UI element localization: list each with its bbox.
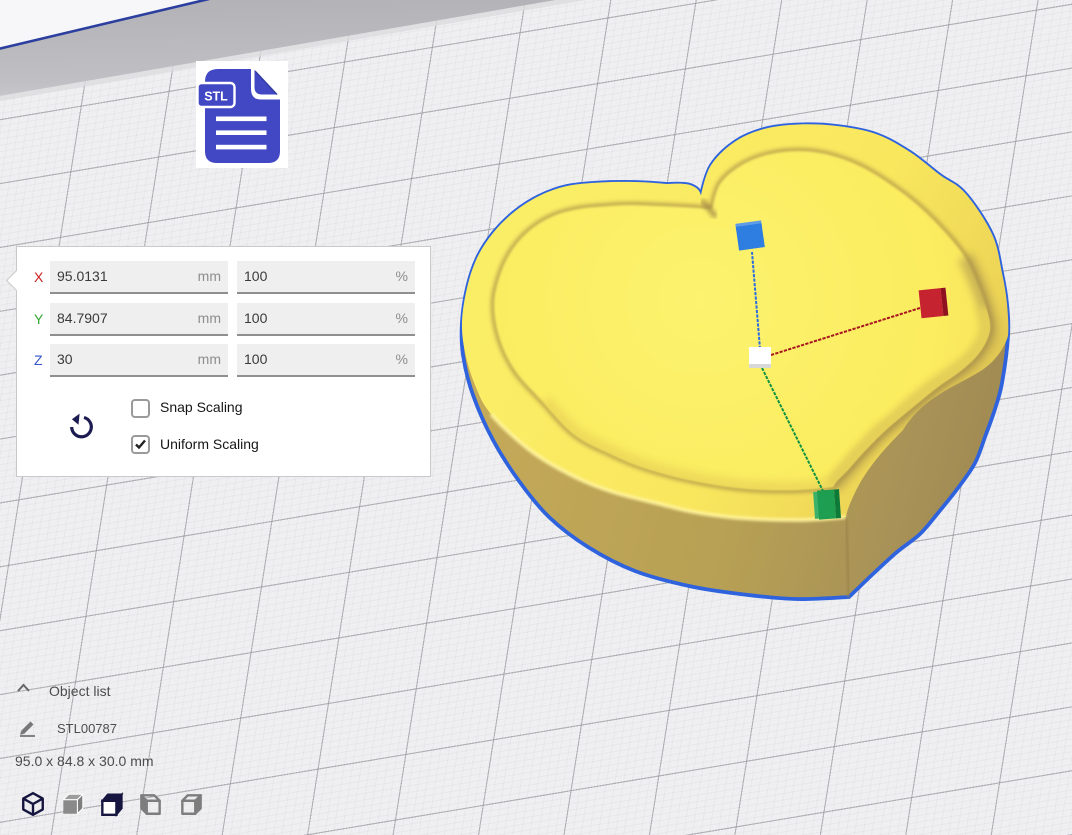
- svg-text:STL: STL: [204, 90, 228, 104]
